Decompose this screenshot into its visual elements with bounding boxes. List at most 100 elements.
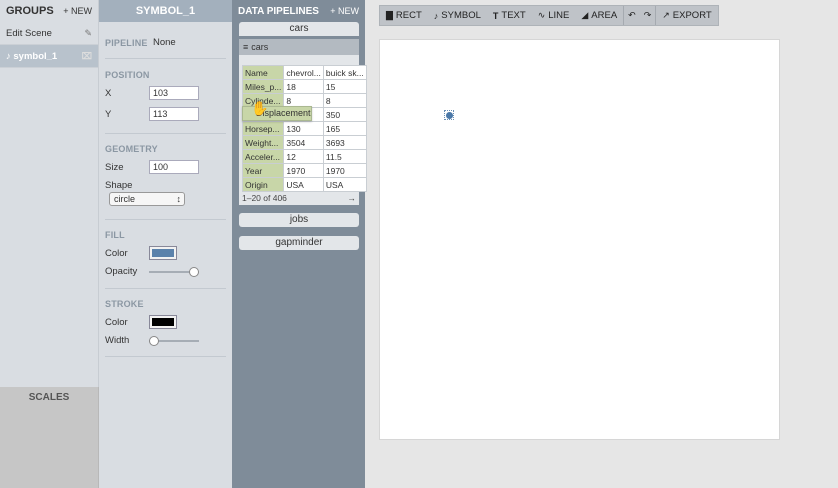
field-name-cell[interactable]: Horsep... (241, 121, 285, 136)
value-cell: 18 (283, 79, 324, 94)
inspector-panel: SYMBOL_1 PIPELINE None POSITION X 103 Y … (99, 0, 232, 488)
field-name-cell[interactable]: Origin (241, 177, 285, 192)
pipelines-header: DATA PIPELINES + NEW (232, 0, 365, 22)
opacity-row: Opacity (105, 266, 226, 277)
line-button[interactable]: ∿ LINE (532, 6, 576, 25)
slider-handle[interactable] (149, 335, 159, 346)
value-cell: 1970 (283, 163, 324, 178)
symbol-button[interactable]: ♪ SYMBOL (428, 6, 487, 25)
group-item-label: Edit Scene (6, 27, 52, 39)
export-label: EXPORT (672, 10, 712, 21)
x-row: X 103 (105, 86, 226, 100)
y-input[interactable]: 113 (149, 107, 199, 121)
undo-button[interactable]: ↶ (623, 6, 640, 25)
value-cell: 165 (322, 121, 367, 136)
text-button[interactable]: T TEXT (487, 6, 532, 25)
field-name-cell[interactable]: Name (241, 65, 285, 80)
table-row: Miles_p... 18 15 (241, 79, 367, 94)
pipeline-row: PIPELINE None (99, 37, 232, 48)
pipeline-label: PIPELINE (105, 37, 148, 48)
fill-color-row: Color (105, 246, 226, 260)
field-name-cell[interactable]: Miles_p... (241, 79, 285, 94)
group-item-edit-scene[interactable]: Edit Scene ✎ (0, 22, 98, 45)
rect-button[interactable]: ▇ RECT (380, 6, 428, 25)
new-pipeline-button[interactable]: + NEW (330, 6, 359, 16)
inspector-title: SYMBOL_1 (99, 0, 232, 22)
arrow-right-icon[interactable]: → (348, 193, 357, 203)
width-label: Width (105, 335, 130, 346)
position-title: POSITION (105, 70, 150, 80)
table-row: Horsep... 130 165 (241, 121, 367, 136)
area-button[interactable]: ◢ AREA (575, 6, 623, 25)
pipeline-jobs[interactable]: jobs (239, 213, 359, 227)
symbol-mark[interactable] (444, 110, 454, 120)
value-cell: 3504 (283, 135, 324, 150)
groups-title: GROUPS (6, 5, 54, 17)
divider (105, 58, 226, 59)
scales-panel: SCALES (0, 387, 99, 488)
group-item-symbol-1[interactable]: ♪ symbol_1 ⌧ (0, 45, 98, 68)
value-cell: 11.5 (322, 149, 367, 164)
table-row: Acceler... 12 11.5 (241, 149, 367, 164)
bar-chart-icon: ▇ (386, 10, 393, 20)
area-label: AREA (591, 10, 618, 21)
symbol-label: SYMBOL (441, 10, 481, 21)
table-pager: 1–20 of 406 → (242, 193, 356, 203)
field-name-cell[interactable]: Weight... (241, 135, 285, 150)
value-cell: 1970 (322, 163, 367, 178)
stroke-color-label: Color (105, 316, 128, 328)
value-cell: 350 (322, 107, 367, 122)
value-cell: chevrol... (283, 65, 324, 80)
group-item-label: ♪ symbol_1 (6, 50, 58, 62)
toolbar: ▇ RECT ♪ SYMBOL T TEXT ∿ LINE ◢ AREA ↶ ↷… (379, 5, 719, 26)
fill-color-label: Color (105, 247, 128, 259)
data-source[interactable]: ≡ cars (239, 39, 359, 55)
export-button[interactable]: ↗ EXPORT (655, 6, 717, 25)
pipeline-cars-body: ≡ cars Name chevrol... buick sk... Miles_p.… (239, 39, 367, 205)
fill-color-sample (152, 249, 174, 257)
size-label: Size (105, 161, 124, 173)
field-name-cell[interactable]: Acceler... (241, 149, 285, 164)
y-row: Y 113 (105, 107, 226, 121)
shape-select[interactable]: circle ↕ (109, 192, 185, 206)
x-input[interactable]: 103 (149, 86, 199, 100)
redo-icon: ↷ (643, 10, 652, 20)
table-row: Weight... 3504 3693 (241, 135, 367, 150)
shape-label: Shape (105, 180, 133, 191)
value-cell: 130 (283, 121, 324, 136)
line-label: LINE (548, 10, 570, 21)
pipeline-gapminder[interactable]: gapminder (239, 236, 359, 250)
table-row: Origin USA USA (241, 177, 367, 192)
undo-icon: ↶ (628, 10, 636, 20)
position-section: POSITION X 103 Y 113 (99, 70, 232, 121)
value-cell: 8 (322, 93, 367, 108)
select-arrows-icon: ↕ (176, 194, 182, 204)
edit-icon[interactable]: ✎ (84, 28, 92, 39)
slider-handle[interactable] (189, 266, 199, 277)
width-slider[interactable] (149, 335, 199, 346)
fill-title: FILL (105, 230, 125, 240)
fill-section: FILL Color Opacity (99, 230, 232, 277)
divider (105, 288, 226, 289)
groups-header: GROUPS + NEW (0, 0, 98, 22)
opacity-slider[interactable] (149, 266, 199, 277)
stroke-title: STROKE (105, 299, 144, 309)
new-group-button[interactable]: + NEW (63, 6, 92, 16)
pipeline-cars[interactable]: cars (239, 22, 359, 36)
hand-cursor-icon: ✋ (251, 100, 269, 116)
geometry-title: GEOMETRY (105, 144, 158, 154)
pipeline-value[interactable]: None (153, 37, 176, 48)
shape-value: circle (114, 194, 136, 204)
stroke-color-row: Color (105, 315, 226, 329)
stroke-color-swatch[interactable] (149, 315, 177, 329)
table-row: Year 1970 1970 (241, 163, 367, 178)
circle-mark (445, 111, 453, 119)
field-name-cell[interactable]: Year (241, 163, 285, 178)
stroke-color-sample (152, 318, 174, 326)
size-input[interactable]: 100 (149, 160, 199, 174)
fill-color-swatch[interactable] (149, 246, 177, 260)
pipelines-title: DATA PIPELINES (238, 5, 319, 17)
visualization-canvas[interactable] (379, 39, 780, 440)
trash-icon[interactable]: ⌧ (82, 51, 92, 62)
redo-button[interactable]: ↷ (640, 6, 656, 25)
